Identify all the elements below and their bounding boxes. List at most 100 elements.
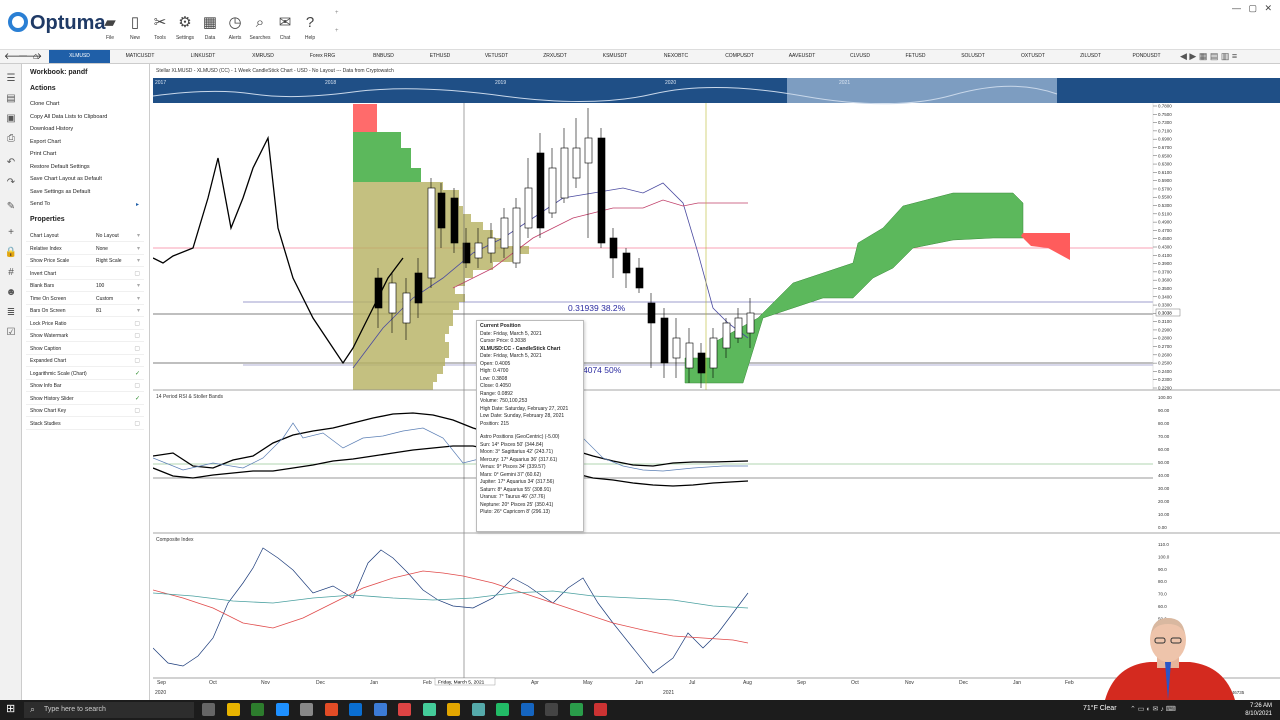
checklist-icon[interactable]: ☑ xyxy=(4,326,18,340)
dropdown-icon[interactable]: ▾ xyxy=(137,295,140,302)
property-row[interactable]: Bars On Screen 81 ▾ xyxy=(26,305,144,317)
edge-icon[interactable] xyxy=(373,703,387,716)
toolbar-button-data[interactable]: ▦ Data xyxy=(198,14,222,41)
tab-solusdt[interactable]: SOLUSDT xyxy=(943,50,1003,63)
save-icon[interactable]: ▣ xyxy=(4,112,18,126)
chrome-icon[interactable] xyxy=(398,703,411,716)
settings-icon[interactable] xyxy=(300,703,313,716)
tab-forex-rrg[interactable]: Forex RRG xyxy=(290,50,355,63)
dropdown-icon[interactable]: ▢ xyxy=(134,270,140,277)
tab-aaveusdt[interactable]: AAVEUSDT xyxy=(772,50,832,63)
property-row[interactable]: Show Caption ▢ xyxy=(26,343,144,355)
chart-area[interactable]: Stellar XLMUSD - XLMUSD (CC) - 1 Week Ca… xyxy=(152,72,1280,700)
window-controls[interactable]: — ▢ ✕ xyxy=(1232,3,1272,14)
tab-nexobtc[interactable]: NEXOBTC xyxy=(645,50,707,63)
toolbar-button-settings[interactable]: ⚙ Settings xyxy=(173,14,197,41)
forward-arrow-icon[interactable]: 🡒 xyxy=(18,51,42,62)
tab-pondusdt[interactable]: PONDUSDT xyxy=(1118,50,1175,63)
toolbar-button-tools[interactable]: ✂ Tools xyxy=(148,14,172,41)
property-row[interactable]: Show Chart Key ▢ xyxy=(26,405,144,417)
tab-maticusdt[interactable]: MATICUSDT xyxy=(110,50,170,63)
toolbar-button-new[interactable]: ▯ New xyxy=(123,14,147,41)
price-scale[interactable]: 0.7800 0.7500 0.7300 0.7100 0.6900 0.6700 0.65… xyxy=(1152,103,1181,391)
property-row[interactable]: Stack Studies ▢ xyxy=(26,418,144,430)
action-download-history[interactable]: Download History xyxy=(30,126,73,132)
tab-nav-icons[interactable]: ◀ ▶ ▦ ▤ ▥ ≡ xyxy=(1180,51,1237,62)
property-row[interactable]: Expanded Chart ▢ xyxy=(26,355,144,367)
property-row[interactable]: Show Price Scale Right Scale ▾ xyxy=(26,255,144,267)
tab-xmrusd[interactable]: XMRUSD xyxy=(236,50,290,63)
task-view-icon[interactable] xyxy=(202,703,215,716)
property-value[interactable]: 100 xyxy=(96,283,104,289)
tab-zrxusdt[interactable]: ZRXUSDT xyxy=(525,50,585,63)
property-value[interactable]: None xyxy=(96,246,108,252)
dropdown-icon[interactable]: ▾ xyxy=(137,245,140,252)
checkbox-checked-icon[interactable]: ✓ xyxy=(135,370,140,377)
app-icon[interactable] xyxy=(471,703,485,716)
open-icon[interactable]: ▤ xyxy=(4,92,18,106)
tab-xlmusd[interactable]: XLMUSD xyxy=(49,50,110,63)
toolbar-button-file[interactable]: ▰ File xyxy=(98,14,122,41)
user-icon[interactable]: ☻ xyxy=(4,286,18,300)
weather-widget[interactable]: 71°F Clear xyxy=(1083,705,1117,712)
property-value[interactable]: Custom xyxy=(96,296,113,302)
send-to-arrow-icon[interactable]: ▸ xyxy=(136,201,139,208)
store-icon[interactable] xyxy=(251,703,264,716)
toolbar-button-alerts[interactable]: ◷ Alerts xyxy=(223,14,247,41)
toolbar-button-searches[interactable]: ⌕ Searches xyxy=(248,14,272,41)
dropdown-icon[interactable]: ▾ xyxy=(137,232,140,239)
property-row[interactable]: Show History Slider ✓ xyxy=(26,393,144,405)
tab-compusdt[interactable]: COMPUSDT xyxy=(707,50,772,63)
pdf-icon[interactable] xyxy=(594,703,607,716)
action-export-chart[interactable]: Export Chart xyxy=(30,139,61,145)
property-row[interactable]: Time On Screen Custom ▾ xyxy=(26,293,144,305)
action-send-to[interactable]: Send To xyxy=(30,201,50,207)
action-copy-all-data-lists-to-clipboard[interactable]: Copy All Data Lists to Clipboard xyxy=(30,114,107,120)
taskbar-search-input[interactable]: Type here to search xyxy=(24,702,194,718)
property-row[interactable]: Blank Bars 100 ▾ xyxy=(26,280,144,292)
taskbar-clock[interactable]: 7:26 AM 8/10/2021 xyxy=(1245,702,1272,718)
tab-ethusd[interactable]: ETHUSD xyxy=(412,50,468,63)
tab-linkusdt[interactable]: LINKUSDT xyxy=(170,50,236,63)
property-row[interactable]: Logarithmic Scale (Chart) ✓ xyxy=(26,368,144,380)
terminal-icon[interactable] xyxy=(422,703,436,716)
history-slider[interactable]: 2017 2018 2019 2020 2021 xyxy=(152,78,1280,105)
tab-bnbusd[interactable]: BNBUSD xyxy=(355,50,412,63)
tab-clvusd[interactable]: CLVUSD xyxy=(832,50,888,63)
tab-ksmusdt[interactable]: KSMUSDT xyxy=(585,50,645,63)
dropdown-icon[interactable]: ▾ xyxy=(137,307,140,314)
property-value[interactable]: No Layout xyxy=(96,233,119,239)
action-restore-default-settings[interactable]: Restore Default Settings xyxy=(30,164,90,170)
redo-icon[interactable]: ↷ xyxy=(4,176,18,190)
folder-icon[interactable] xyxy=(447,703,460,716)
dropdown-icon[interactable]: ▢ xyxy=(134,320,140,327)
mail-icon[interactable] xyxy=(275,703,289,716)
dropdown-icon[interactable]: ▾ xyxy=(137,257,140,264)
action-save-settings-as-default[interactable]: Save Settings as Default xyxy=(30,189,90,195)
dropdown-icon[interactable]: ▢ xyxy=(134,332,140,339)
checkbox-checked-icon[interactable]: ✓ xyxy=(135,395,140,402)
workbook-icon[interactable]: ☰ xyxy=(4,72,18,86)
word-icon[interactable] xyxy=(520,703,534,716)
chrome-2-icon[interactable] xyxy=(496,703,509,716)
action-print-chart[interactable]: Print Chart xyxy=(30,151,56,157)
toolbar-button-chat[interactable]: ✉ Chat xyxy=(273,14,297,41)
action-save-chart-layout-as-default[interactable]: Save Chart Layout as Default xyxy=(30,176,102,182)
optuma-icon[interactable] xyxy=(545,703,558,716)
property-row[interactable]: Chart Layout No Layout ▾ xyxy=(26,230,144,242)
dropdown-icon[interactable]: ▢ xyxy=(134,407,140,414)
grid-icon[interactable]: # xyxy=(4,266,18,280)
dropdown-icon[interactable]: ▢ xyxy=(134,382,140,389)
property-value[interactable]: 81 xyxy=(96,308,102,314)
toolbar-plus-icon[interactable]: + xyxy=(335,10,339,16)
list-icon[interactable]: ≣ xyxy=(4,306,18,320)
dropdown-icon[interactable]: ▢ xyxy=(134,345,140,352)
excel-icon[interactable] xyxy=(569,703,583,716)
property-row[interactable]: Show Info Bar ▢ xyxy=(26,380,144,392)
file-explorer-icon[interactable] xyxy=(226,703,240,716)
property-row[interactable]: Show Watermark ▢ xyxy=(26,330,144,342)
windows-start-icon[interactable]: ⊞ xyxy=(6,703,15,716)
brave-icon[interactable] xyxy=(324,703,338,716)
dropdown-icon[interactable]: ▾ xyxy=(137,282,140,289)
tab-fetusd[interactable]: FETUSD xyxy=(888,50,943,63)
